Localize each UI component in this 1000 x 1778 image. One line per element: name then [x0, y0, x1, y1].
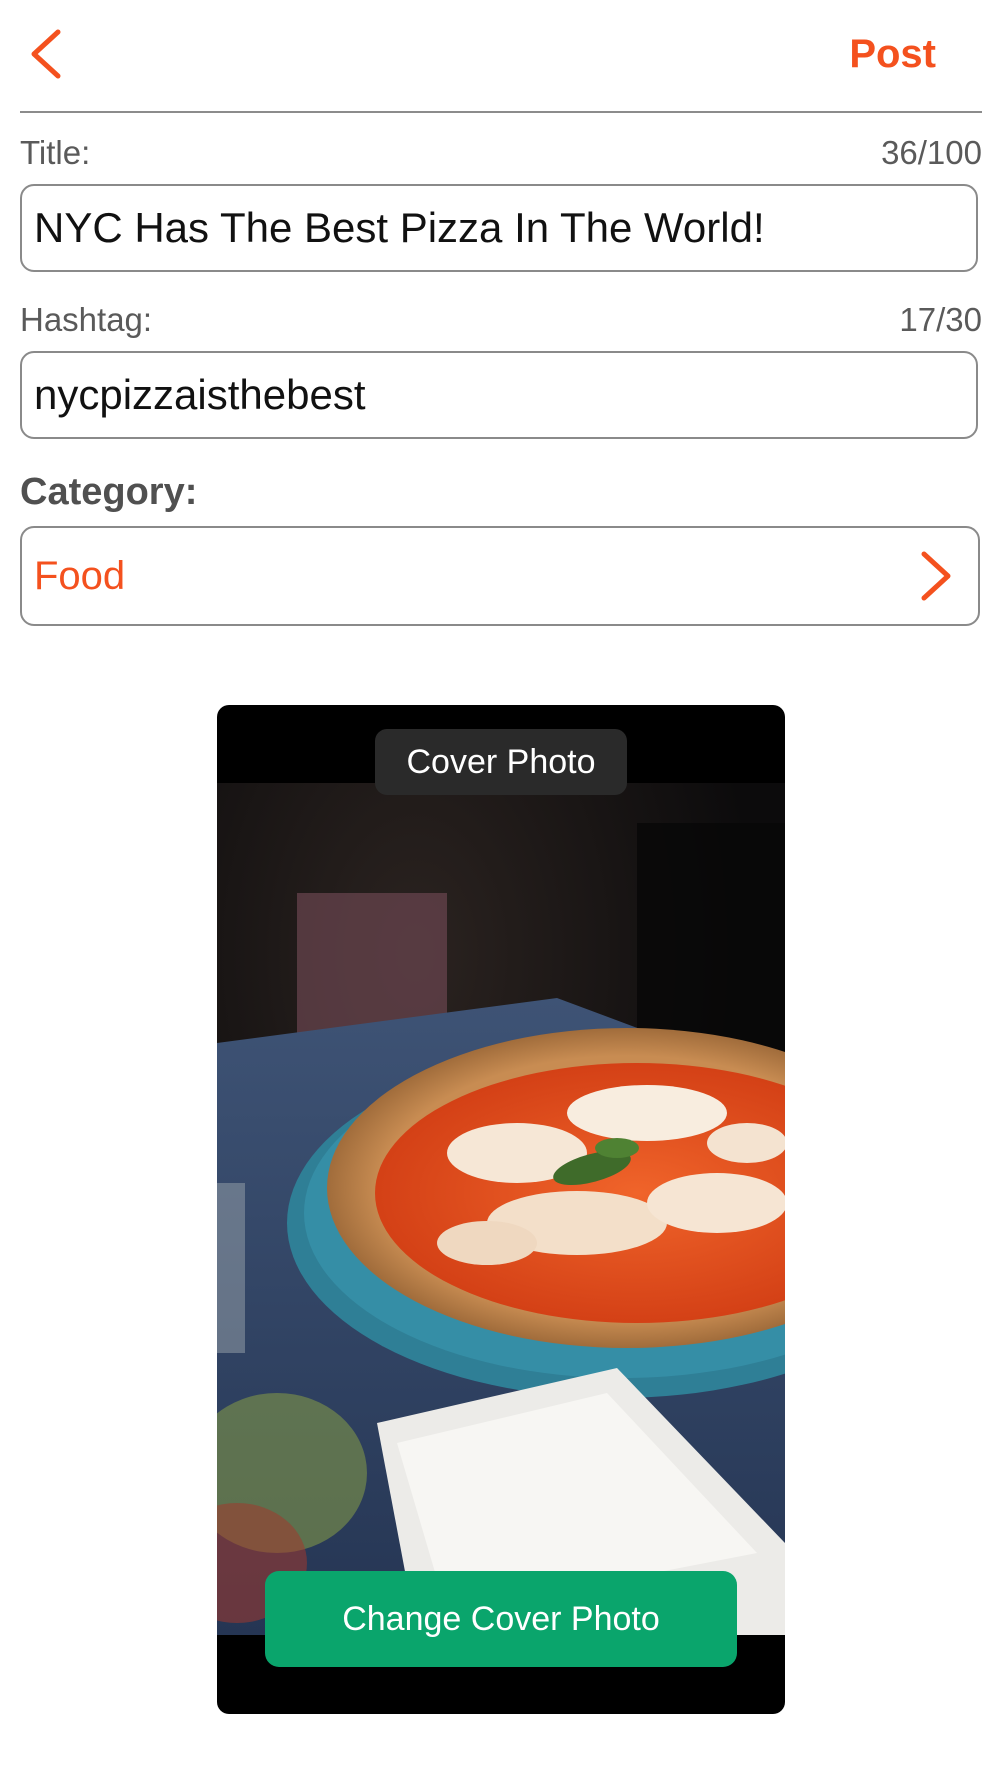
- header-divider: [20, 111, 982, 113]
- top-bar: Post: [0, 0, 1000, 112]
- chevron-left-icon: [31, 29, 61, 79]
- back-button[interactable]: [20, 24, 80, 84]
- title-label: Title:: [20, 134, 91, 171]
- hashtag-label: Hashtag:: [20, 301, 153, 338]
- cover-photo-card: Cover Photo Change Cover Photo: [217, 705, 785, 1714]
- cover-photo-tag: Cover Photo: [375, 729, 627, 795]
- hashtag-input[interactable]: nycpizzaisthebest: [20, 351, 978, 439]
- category-value: Food: [34, 554, 126, 598]
- title-input[interactable]: NYC Has The Best Pizza In The World!: [20, 184, 978, 272]
- title-char-count: 36/100: [881, 134, 982, 171]
- post-button[interactable]: Post: [849, 30, 936, 78]
- category-selector[interactable]: Food: [20, 526, 980, 626]
- hashtag-char-count: 17/30: [899, 301, 982, 338]
- cover-photo-image: [217, 783, 785, 1635]
- category-label: Category:: [20, 471, 198, 513]
- change-cover-photo-button[interactable]: Change Cover Photo: [265, 1571, 737, 1667]
- chevron-right-icon: [921, 551, 951, 601]
